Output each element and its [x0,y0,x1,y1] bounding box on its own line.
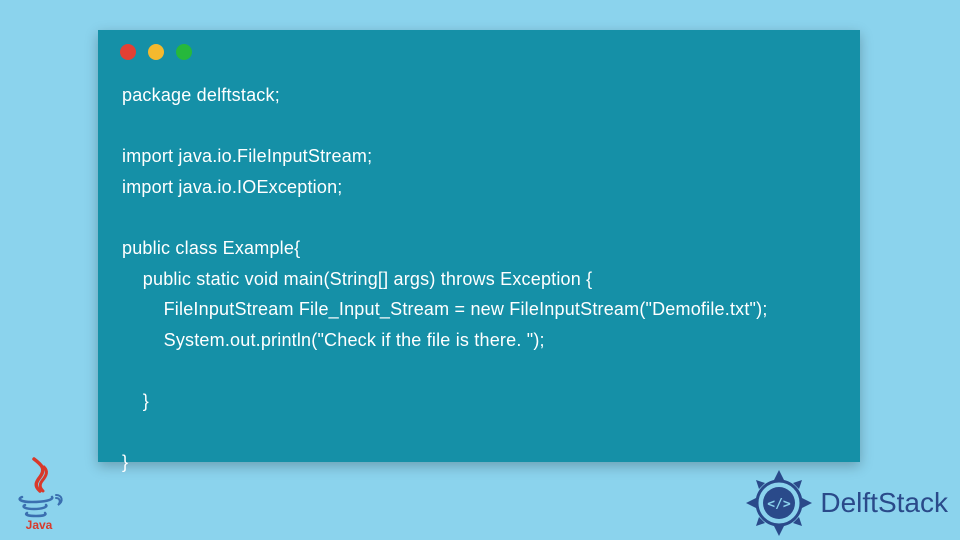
delftstack-badge-icon: </> [744,468,814,538]
delftstack-label: DelftStack [820,487,948,519]
window-dots [98,30,860,60]
java-label: Java [26,518,53,530]
svg-text:</>: </> [768,497,792,512]
code-block: package delftstack; import java.io.FileI… [98,60,860,478]
delftstack-logo: </> DelftStack [744,468,948,538]
code-window: package delftstack; import java.io.FileI… [98,30,860,462]
dot-red-icon [120,44,136,60]
dot-green-icon [176,44,192,60]
dot-yellow-icon [148,44,164,60]
java-icon: Java [12,455,67,530]
java-logo: Java [12,455,67,530]
